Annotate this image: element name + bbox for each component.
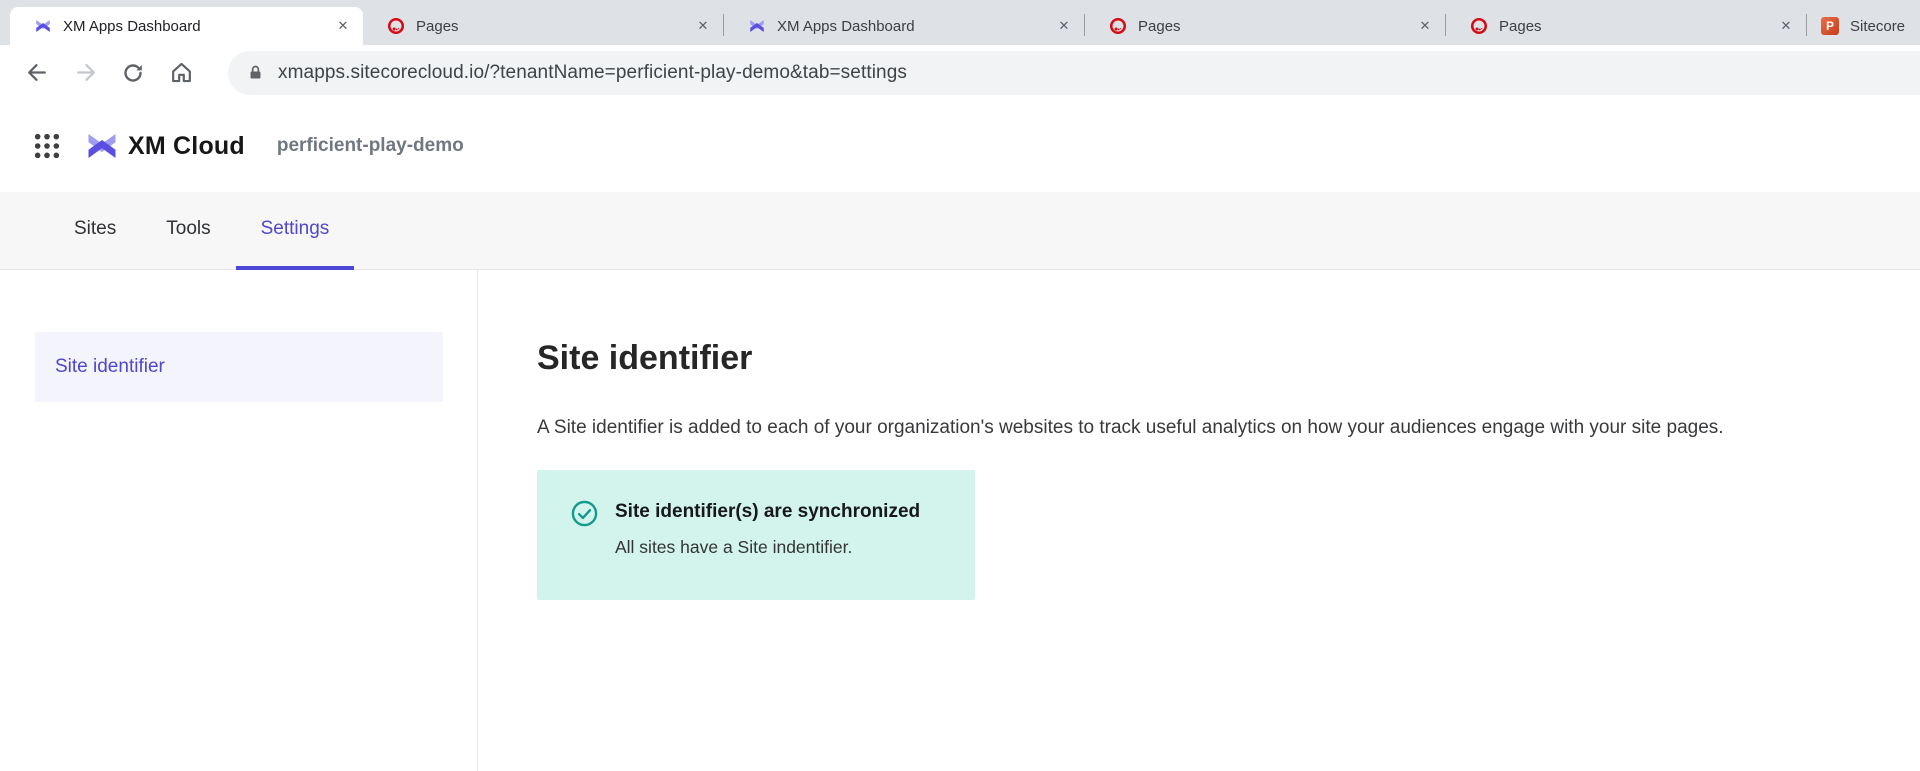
- page-title: Site identifier: [537, 339, 753, 377]
- tab-tools[interactable]: Tools: [141, 192, 235, 270]
- close-tab-icon[interactable]: ✕: [1415, 16, 1435, 36]
- sitecore-icon: [1470, 17, 1488, 35]
- close-tab-icon[interactable]: ✕: [693, 16, 713, 36]
- close-tab-icon[interactable]: ✕: [1054, 16, 1074, 36]
- url-text[interactable]: xmapps.sitecorecloud.io/?tenantName=perf…: [278, 62, 907, 84]
- tab-title: Pages: [1138, 17, 1181, 35]
- back-icon[interactable]: [20, 56, 54, 90]
- app-switcher-icon[interactable]: [30, 129, 64, 163]
- close-tab-icon[interactable]: ✕: [333, 16, 353, 36]
- browser-tab-pages-3[interactable]: Pages ✕: [1446, 7, 1806, 45]
- alert-body: All sites have a Site indentifier.: [615, 537, 853, 557]
- powerpoint-icon: P: [1821, 17, 1839, 35]
- tab-title: Pages: [416, 17, 459, 35]
- sync-status-alert: Site identifier(s) are synchronized All …: [537, 470, 975, 600]
- home-icon[interactable]: [164, 56, 198, 90]
- alert-text: Site identifier(s) are synchronized All …: [615, 501, 920, 558]
- tab-title: Pages: [1499, 17, 1542, 35]
- app-header: XM Cloud perficient-play-demo: [0, 100, 1920, 192]
- xm-cloud-icon: [36, 20, 50, 32]
- forward-icon[interactable]: [68, 56, 102, 90]
- browser-tab-pages-2[interactable]: Pages ✕: [1085, 7, 1445, 45]
- tab-settings[interactable]: Settings: [235, 192, 355, 270]
- app-nav-tabs: Sites Tools Settings: [0, 192, 1920, 270]
- browser-tab-strip: XM Apps Dashboard ✕ Pages ✕ XM Apps Dash…: [0, 0, 1920, 45]
- check-circle-icon: [571, 500, 598, 527]
- address-bar[interactable]: xmapps.sitecorecloud.io/?tenantName=perf…: [228, 50, 1920, 95]
- page-description: A Site identifier is added to each of yo…: [537, 417, 1724, 438]
- lock-icon[interactable]: [247, 64, 264, 81]
- alert-title: Site identifier(s) are synchronized: [615, 501, 921, 522]
- sitecore-icon: [1109, 17, 1127, 35]
- tab-sites[interactable]: Sites: [49, 192, 141, 270]
- browser-tab-pages-1[interactable]: Pages ✕: [363, 7, 723, 45]
- tab-title: XM Apps Dashboard: [777, 17, 915, 35]
- settings-content: Site identifier Site identifier A Site i…: [0, 270, 1920, 771]
- reload-icon[interactable]: [116, 56, 150, 90]
- browser-tab-xm-apps-dashboard-1[interactable]: XM Apps Dashboard ✕: [10, 7, 363, 45]
- browser-toolbar: xmapps.sitecorecloud.io/?tenantName=perf…: [0, 45, 1920, 100]
- sidebar-item-site-identifier[interactable]: Site identifier: [35, 332, 443, 402]
- tab-title: XM Apps Dashboard: [63, 17, 201, 35]
- site-identifier-panel: Site identifier A Site identifier is add…: [478, 270, 1920, 771]
- tenant-name: perficient-play-demo: [276, 135, 464, 156]
- xm-cloud-icon: [750, 20, 764, 32]
- xm-cloud-logo-icon[interactable]: [84, 128, 120, 164]
- browser-tab-xm-apps-dashboard-2[interactable]: XM Apps Dashboard ✕: [724, 7, 1084, 45]
- tab-title: Sitecore: [1850, 17, 1906, 35]
- sitecore-icon: [387, 17, 405, 35]
- browser-tab-sitecore[interactable]: P Sitecore: [1807, 7, 1920, 45]
- settings-sidebar: Site identifier: [0, 270, 478, 771]
- product-name: XM Cloud: [128, 131, 245, 160]
- close-tab-icon[interactable]: ✕: [1776, 16, 1796, 36]
